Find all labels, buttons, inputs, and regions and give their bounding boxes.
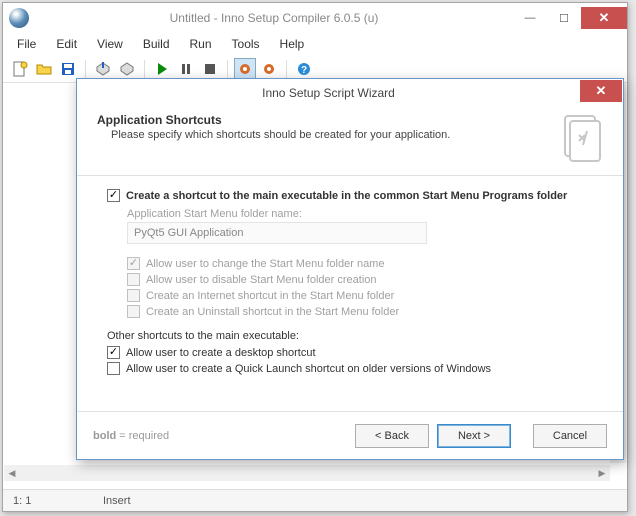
compile-icon[interactable] — [92, 58, 114, 80]
checkbox-quicklaunch-shortcut[interactable] — [107, 362, 120, 375]
open-icon[interactable] — [33, 58, 55, 80]
close-button[interactable]: ✕ — [581, 7, 627, 29]
minimize-button[interactable]: — — [513, 7, 547, 29]
checkbox-allow-disable — [127, 273, 140, 286]
dialog-heading: Application Shortcuts — [97, 113, 551, 127]
label-uninstall-shortcut: Create an Uninstall shortcut in the Star… — [146, 306, 399, 318]
menu-build[interactable]: Build — [135, 35, 178, 53]
cancel-button[interactable]: Cancel — [533, 424, 607, 448]
gear1-icon[interactable] — [234, 58, 256, 80]
statusbar: 1: 1 Insert — [3, 489, 627, 511]
dialog-header: Application Shortcuts Please specify whi… — [77, 107, 623, 175]
startmenu-folder-input[interactable] — [127, 222, 427, 244]
stop-icon[interactable] — [199, 58, 221, 80]
menu-tools[interactable]: Tools — [224, 35, 268, 53]
label-other-shortcuts: Other shortcuts to the main executable: — [107, 330, 593, 342]
caret-position: 1: 1 — [13, 495, 73, 507]
dialog-close-button[interactable]: ✕ — [580, 80, 622, 102]
wizard-dialog: Inno Setup Script Wizard ✕ Application S… — [76, 78, 624, 460]
label-allow-disable: Allow user to disable Start Menu folder … — [146, 274, 377, 286]
scroll-right-icon[interactable]: ▶ — [594, 465, 610, 481]
checkbox-internet-shortcut — [127, 289, 140, 302]
scrollbar-horizontal[interactable]: ◀ ▶ — [4, 465, 610, 481]
titlebar: Untitled - Inno Setup Compiler 6.0.5 (u)… — [3, 3, 627, 33]
menubar: File Edit View Build Run Tools Help — [3, 33, 627, 55]
label-create-startmenu: Create a shortcut to the main executable… — [126, 190, 567, 202]
menu-file[interactable]: File — [9, 35, 44, 53]
help-icon[interactable]: ? — [293, 58, 315, 80]
label-allow-change: Allow user to change the Start Menu fold… — [146, 258, 384, 270]
checkbox-uninstall-shortcut — [127, 305, 140, 318]
next-button[interactable]: Next > — [437, 424, 511, 448]
wizard-icon — [559, 113, 603, 163]
new-icon[interactable] — [9, 58, 31, 80]
checkbox-allow-change — [127, 257, 140, 270]
menu-run[interactable]: Run — [182, 35, 220, 53]
run-icon[interactable] — [151, 58, 173, 80]
insert-mode: Insert — [103, 495, 131, 507]
label-folder-name: Application Start Menu folder name: — [127, 208, 593, 220]
label-quicklaunch-shortcut: Allow user to create a Quick Launch shor… — [126, 363, 491, 375]
save-icon[interactable] — [57, 58, 79, 80]
gear2-icon[interactable] — [258, 58, 280, 80]
dialog-title: Inno Setup Script Wizard — [77, 86, 580, 100]
dialog-titlebar: Inno Setup Script Wizard ✕ — [77, 79, 623, 107]
checkbox-desktop-shortcut[interactable] — [107, 346, 120, 359]
checkbox-create-startmenu[interactable] — [107, 189, 120, 202]
menu-view[interactable]: View — [89, 35, 131, 53]
dialog-subheading: Please specify which shortcuts should be… — [111, 129, 551, 141]
menu-help[interactable]: Help — [272, 35, 313, 53]
scroll-left-icon[interactable]: ◀ — [4, 465, 20, 481]
compile2-icon[interactable] — [116, 58, 138, 80]
dialog-footer: bold = required < Back Next > Cancel — [77, 411, 623, 459]
svg-text:?: ? — [301, 65, 307, 76]
pause-icon[interactable] — [175, 58, 197, 80]
menu-edit[interactable]: Edit — [48, 35, 85, 53]
app-icon — [9, 8, 29, 28]
label-internet-shortcut: Create an Internet shortcut in the Start… — [146, 290, 394, 302]
window-title: Untitled - Inno Setup Compiler 6.0.5 (u) — [35, 11, 513, 25]
label-desktop-shortcut: Allow user to create a desktop shortcut — [126, 347, 316, 359]
maximize-button[interactable]: ☐ — [547, 7, 581, 29]
required-hint: bold = required — [93, 430, 169, 442]
dialog-body: Create a shortcut to the main executable… — [77, 176, 623, 375]
back-button[interactable]: < Back — [355, 424, 429, 448]
